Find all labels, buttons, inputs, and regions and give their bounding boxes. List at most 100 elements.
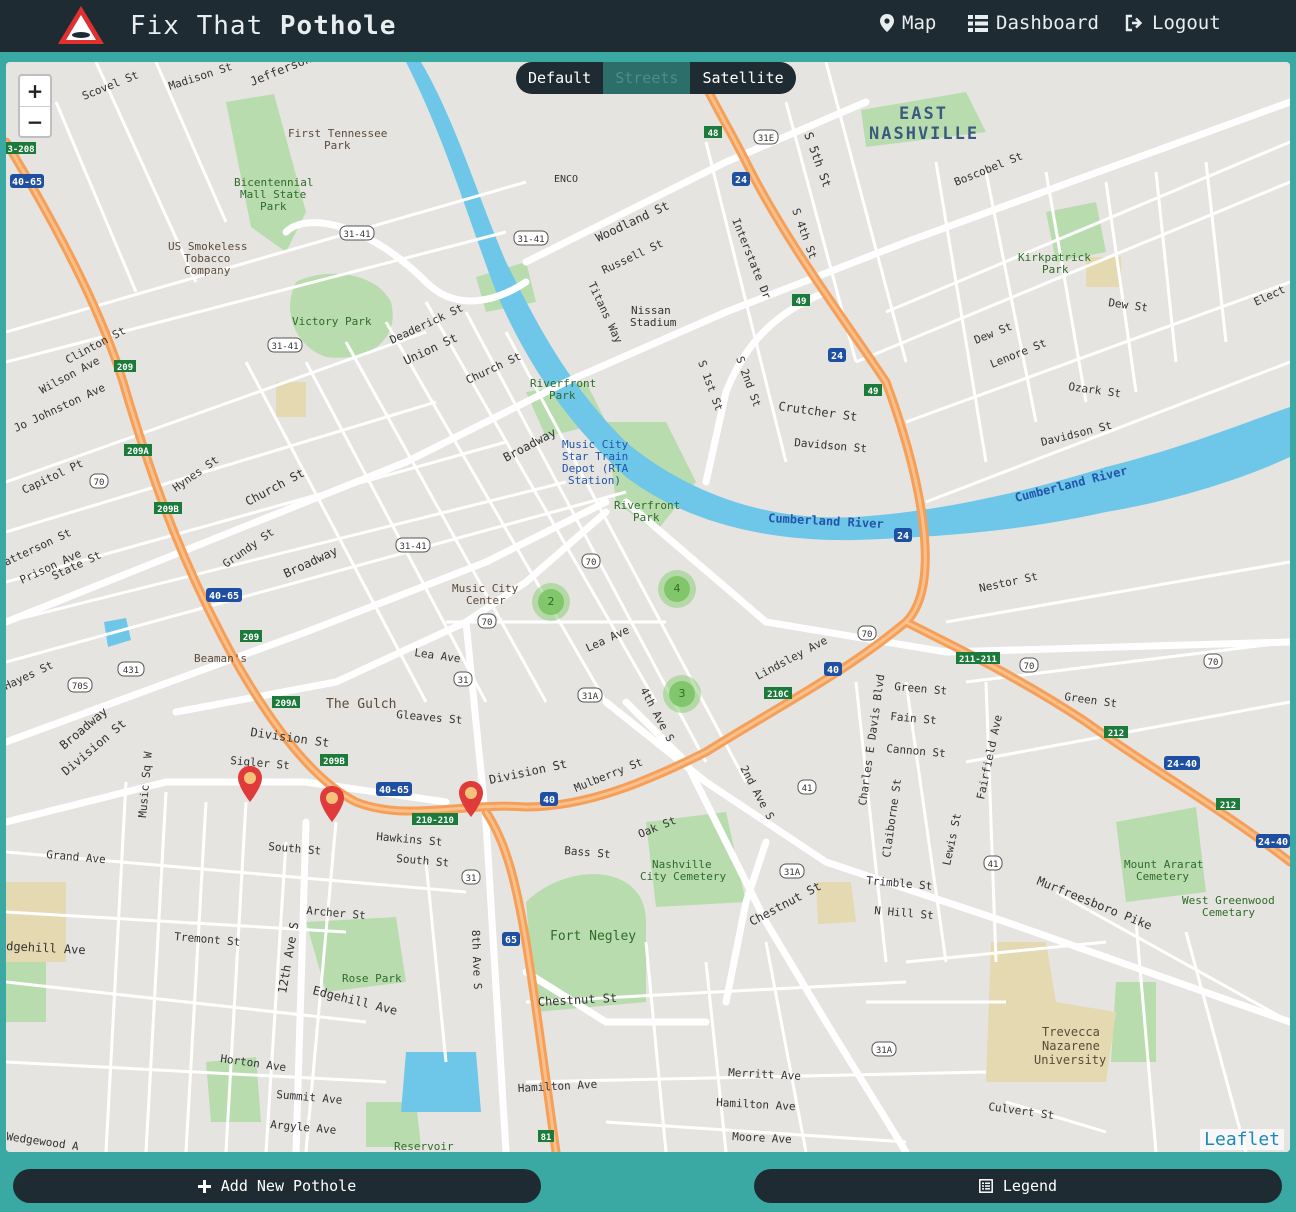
shield-r209a-2-text: 209A (275, 699, 297, 709)
marker-cluster[interactable]: 3 (663, 675, 701, 713)
label-wg-l2: Cemetary (1202, 906, 1255, 919)
shield-us70s-text: 70S (72, 682, 88, 692)
shield-us70-e: 70 (1019, 657, 1039, 673)
label-tv-l1: Trevecca (1042, 1025, 1100, 1039)
shield-r212-b-text: 212 (1220, 801, 1236, 811)
shield-us70-e-text: 70 (1024, 662, 1035, 672)
label-rp2-l2: Park (633, 511, 660, 524)
shield-us70-a: 70 (89, 473, 109, 489)
pothole-marker-icon[interactable] (237, 766, 263, 802)
shield-r209b: 209B (154, 502, 182, 515)
legend-label: Legend (1002, 1177, 1058, 1195)
shield-us31-41-a: 31-41 (339, 225, 375, 241)
shield-r209-2: 209 (240, 630, 262, 643)
layer-satellite-button[interactable]: Satellite (690, 62, 795, 94)
shield-i24-a-text: 24 (735, 175, 747, 186)
shield-r49-a: 49 (792, 294, 810, 307)
shield-us41-a: 41 (797, 779, 817, 795)
label-kp-l2: Park (1042, 263, 1069, 276)
shield-us31a-a: 31A (577, 687, 603, 703)
shield-i40-65-b-text: 40-65 (209, 591, 239, 602)
shield-us31-41-a-text: 31-41 (343, 230, 370, 240)
marker-cluster[interactable]: 4 (658, 570, 696, 608)
shield-i40-a: 40 (540, 792, 558, 806)
label-reservoir: Reservoir (394, 1140, 454, 1152)
pothole-marker-icon[interactable] (458, 781, 484, 817)
label-mcs-l4: Station) (568, 474, 621, 487)
nav-logout[interactable]: Logout (1124, 12, 1221, 34)
label-8th-ave-s: 8th Ave S (469, 930, 484, 990)
shield-r209b-text: 209B (157, 505, 179, 515)
zoom-out-button[interactable]: − (20, 107, 50, 137)
label-rp1-l2: Park (549, 389, 576, 402)
shield-r81: 81 (538, 1130, 554, 1143)
label-bic-l3: Park (260, 200, 287, 213)
layer-switcher: Default Streets Satellite (516, 62, 796, 94)
pothole-marker-icon[interactable] (319, 786, 345, 822)
zoom-control: + − (18, 74, 52, 138)
shield-us70-d: 70 (857, 625, 877, 641)
app-title: Fix That Pothole (130, 11, 396, 41)
shield-us31-41-d: 31-41 (395, 537, 431, 553)
label-nc-l2: City Cemetery (640, 870, 726, 883)
legend-button[interactable]: Legend (754, 1169, 1282, 1203)
shield-r49-a-text: 49 (796, 297, 807, 307)
shield-us70-c-text: 70 (482, 618, 493, 628)
label-victory-park: Victory Park (292, 315, 372, 328)
shield-r211-211: 211-211 (956, 652, 1000, 665)
shield-us41-a-text: 41 (802, 784, 813, 794)
shield-r210-210-text: 210-210 (416, 816, 454, 826)
nav-dashboard-label: Dashboard (996, 12, 1099, 34)
shield-i24-c: 24 (894, 528, 912, 542)
shield-us31a-a-text: 31A (582, 692, 599, 702)
add-pothole-button[interactable]: Add New Pothole (13, 1169, 541, 1203)
pothole-warning-logo-icon[interactable] (56, 4, 106, 46)
label-mcc-l2: Center (466, 594, 506, 607)
map-tiles[interactable]: 40-65 40-65 40-65 24 24 24 40 40 65 24-4… (6, 62, 1290, 1152)
shield-us70-a-text: 70 (94, 478, 105, 488)
marker-cluster[interactable]: 2 (532, 583, 570, 621)
shield-us31-41-b: 31-41 (513, 230, 549, 246)
shield-us431: 431 (117, 661, 145, 677)
shield-r209b-2-text: 209B (323, 757, 345, 767)
shield-us31-b: 31 (461, 869, 481, 885)
layer-default-button[interactable]: Default (516, 62, 603, 94)
shield-i24-a: 24 (732, 172, 750, 186)
nav-logout-label: Logout (1152, 12, 1221, 34)
leaflet-attribution-link[interactable]: Leaflet (1200, 1129, 1284, 1150)
sign-out-icon (1125, 14, 1143, 32)
shield-r48: 48 (704, 126, 722, 139)
shield-us70-d-text: 70 (862, 630, 873, 640)
zoom-in-button[interactable]: + (20, 76, 50, 107)
shield-r212-a: 212 (1104, 726, 1128, 739)
list-alt-icon (978, 1179, 993, 1193)
shield-i65-text: 65 (505, 935, 517, 946)
shield-r209a: 209A (124, 444, 152, 457)
shield-r81-text: 81 (541, 1133, 552, 1143)
shield-r212-b: 212 (1216, 798, 1240, 811)
label-tv-l3: University (1034, 1053, 1106, 1067)
label-ftp-l2: Park (324, 139, 351, 152)
shield-us70-f-text: 70 (1208, 658, 1219, 668)
shield-r210c: 210C (764, 687, 792, 700)
shield-r49-b: 49 (864, 384, 882, 397)
nav-dashboard[interactable]: Dashboard (968, 12, 1099, 34)
shield-r209a-2: 209A (272, 696, 300, 709)
map-container[interactable]: 40-65 40-65 40-65 24 24 24 40 40 65 24-4… (6, 62, 1290, 1152)
shield-r209b-2: 209B (320, 754, 348, 767)
shield-us31-b-text: 31 (466, 874, 477, 884)
label-rose-park: Rose Park (342, 972, 402, 985)
nav-map-label: Map (902, 12, 937, 34)
shield-us31-41-b-text: 31-41 (517, 235, 544, 245)
shield-us31a-b-text: 31A (784, 868, 801, 878)
layer-streets-button[interactable]: Streets (603, 62, 691, 94)
app-title-prefix: Fix That (130, 11, 264, 41)
shield-us70-b: 70 (581, 553, 601, 569)
shield-i24-b-text: 24 (831, 351, 843, 362)
shield-i24-40-b: 24-40 (1256, 834, 1290, 848)
list-icon (968, 14, 988, 32)
nav-map[interactable]: Map (880, 12, 936, 34)
shield-r210-210: 210-210 (412, 813, 458, 826)
app-title-bold: Pothole (279, 11, 397, 41)
shield-r3208-text: 3-208 (7, 145, 34, 155)
